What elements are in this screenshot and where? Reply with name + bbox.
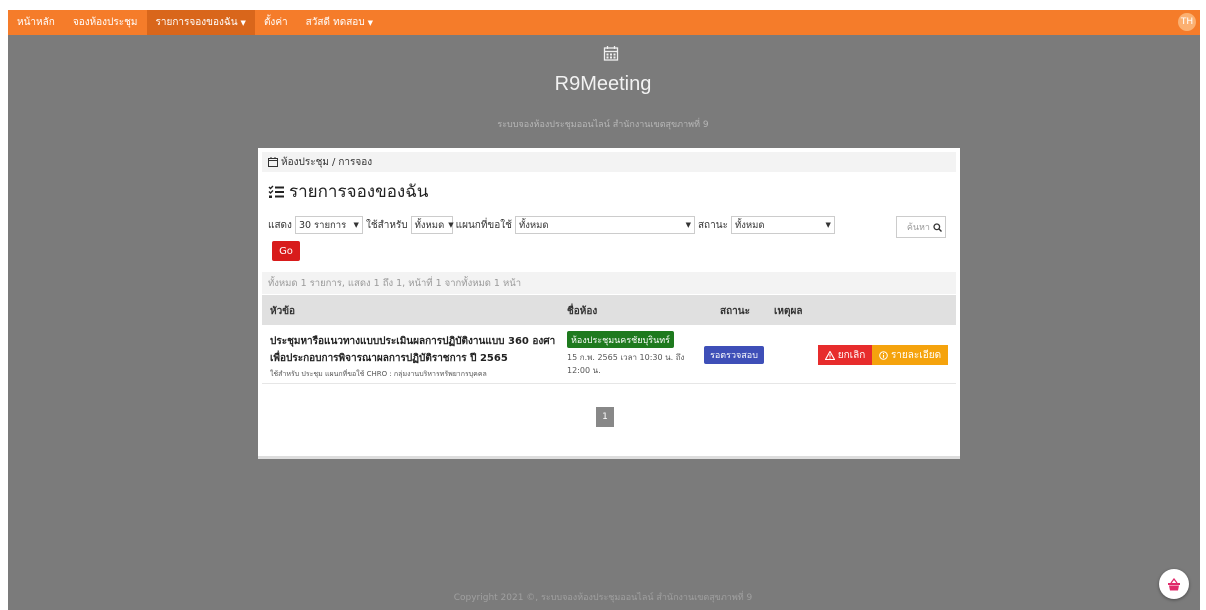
- chevron-down-icon: ▼: [448, 221, 454, 229]
- booking-topic-line: เพื่อประกอบการพิจารณาผลการปฏิบัติราชการ …: [270, 353, 508, 364]
- page-size-value: 30 รายการ: [298, 219, 347, 231]
- go-button[interactable]: Go: [272, 241, 300, 261]
- nav-user-menu[interactable]: สวัสดี ทดสอบ ▼: [297, 10, 382, 35]
- cart-button[interactable]: [1159, 569, 1189, 599]
- details-label: รายละเอียด: [890, 349, 942, 361]
- calendar-icon: [603, 45, 619, 61]
- nav-home-label: หน้าหลัก: [17, 17, 55, 28]
- status-badge: รอตรวจสอบ: [704, 346, 764, 364]
- caret-down-icon: ▼: [240, 18, 246, 27]
- use-value: ทั้งหมด: [414, 219, 445, 231]
- basket-icon: [1168, 577, 1180, 590]
- breadcrumb: ห้องประชุม / การจอง: [262, 152, 956, 172]
- nav-settings[interactable]: ตั้งค่า: [255, 10, 297, 35]
- department-value: ทั้งหมด: [518, 219, 549, 231]
- info-icon: [879, 350, 888, 360]
- nav-book-room[interactable]: จองห้องประชุม: [64, 10, 147, 35]
- nav-book-room-label: จองห้องประชุม: [72, 17, 138, 28]
- booking-time: 15 ก.พ. 2565 เวลา 10:30 น. ถึง 12:00 น.: [567, 353, 685, 375]
- footer-copyright: Copyright 2021 ©, ระบบจองห้องประชุมออนไล…: [453, 593, 753, 603]
- chevron-down-icon: ▼: [353, 221, 359, 229]
- chevron-down-icon: ▼: [825, 221, 831, 229]
- details-button[interactable]: รายละเอียด: [872, 345, 948, 365]
- warning-icon: [824, 350, 835, 360]
- app-title: R9Meeting: [554, 73, 652, 95]
- app-subtitle: ระบบจองห้องประชุมออนไลน์ สำนักงานเขตสุขภ…: [497, 120, 709, 130]
- department-label: แผนกที่ขอใช้: [455, 219, 512, 231]
- breadcrumb-root[interactable]: ห้องประชุม: [281, 155, 329, 170]
- booking-topic-line: ประชุมหารือแนวทางแบบประเมินผลการปฏิบัติง…: [270, 336, 556, 347]
- header-status: สถานะ: [720, 306, 750, 317]
- bookings-card: ห้องประชุม / การจอง รายการจองของฉัน แสดง…: [258, 148, 960, 459]
- page-title: รายการจองของฉัน: [289, 182, 429, 202]
- pagination-page-1[interactable]: 1: [596, 407, 614, 427]
- nav-my-bookings[interactable]: รายการจองของฉัน ▼: [146, 10, 255, 35]
- booking-topic: ประชุมหารือแนวทางแบบประเมินผลการปฏิบัติง…: [270, 333, 570, 367]
- table-row: ประชุมหารือแนวทางแบบประเมินผลการปฏิบัติง…: [262, 326, 956, 384]
- page-heading: รายการจองของฉัน: [268, 178, 428, 205]
- results-summary: ทั้งหมด 1 รายการ, แสดง 1 ถึง 1, หน้าที่ …: [262, 272, 956, 294]
- breadcrumb-separator: /: [331, 156, 336, 168]
- status-value: ทั้งหมด: [734, 219, 765, 231]
- use-select[interactable]: ทั้งหมด ▼: [410, 216, 454, 234]
- language-badge[interactable]: TH: [1178, 13, 1196, 31]
- top-navbar: หน้าหลัก จองห้องประชุม รายการจองของฉัน ▼ …: [8, 10, 1200, 35]
- nav-my-bookings-label: รายการจองของฉัน: [155, 17, 238, 28]
- department-select[interactable]: ทั้งหมด ▼: [514, 216, 695, 234]
- use-label: ใช้สำหรับ: [365, 219, 408, 231]
- nav-settings-label: ตั้งค่า: [263, 17, 288, 28]
- cancel-label: ยกเลิก: [837, 349, 866, 361]
- status-select[interactable]: ทั้งหมด ▼: [730, 216, 835, 234]
- room-badge: ห้องประชุมนครชัยบุรินทร์: [567, 331, 675, 348]
- header-room: ชื่อห้อง: [567, 306, 598, 317]
- nav-home[interactable]: หน้าหลัก: [8, 10, 64, 35]
- nav-user-label: สวัสดี ทดสอบ: [305, 17, 365, 28]
- header-reason: เหตุผล: [774, 306, 803, 317]
- search-input[interactable]: ค้นหา: [896, 216, 946, 238]
- cancel-button[interactable]: ยกเลิก: [818, 345, 872, 365]
- page-size-select[interactable]: 30 รายการ ▼: [294, 216, 363, 234]
- status-label: สถานะ: [697, 219, 728, 231]
- search-placeholder: ค้นหา: [906, 223, 930, 233]
- checklist-icon: [268, 185, 284, 198]
- filter-bar: แสดง 30 รายการ ▼ ใช้สำหรับ ทั้งหมด ▼ แผนกท…: [268, 216, 835, 234]
- chevron-down-icon: ▼: [685, 221, 691, 229]
- booking-meta: ใช้สำหรับ ประชุม แผนกที่ขอใช้ CHRO : กลุ…: [270, 370, 487, 378]
- search-icon: [933, 222, 942, 232]
- header-topic: หัวข้อ: [270, 306, 296, 317]
- table-header: หัวข้อ ชื่อห้อง สถานะ เหตุผล: [262, 295, 956, 325]
- calendar-icon: [268, 157, 278, 167]
- show-label: แสดง: [268, 219, 292, 231]
- breadcrumb-current: การจอง: [338, 156, 373, 168]
- caret-down-icon: ▼: [367, 18, 374, 27]
